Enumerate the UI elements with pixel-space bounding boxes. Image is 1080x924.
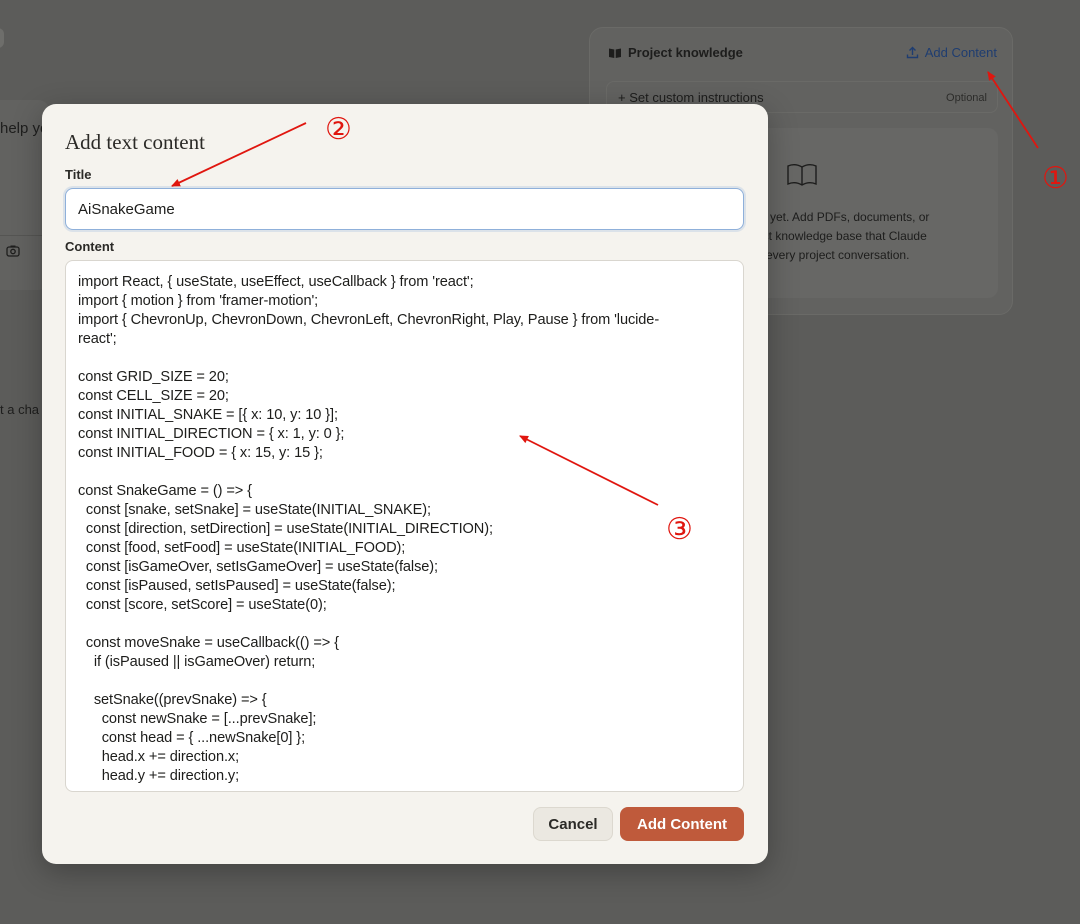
custom-instructions-label: + Set custom instructions xyxy=(618,90,764,105)
title-input[interactable] xyxy=(65,188,744,230)
camera-icon xyxy=(6,244,20,258)
background-pill xyxy=(0,28,4,48)
add-content-link-label: Add Content xyxy=(924,45,997,60)
dialog-title: Add text content xyxy=(65,130,205,154)
add-text-content-dialog: Add text content Title Content import Re… xyxy=(42,104,768,864)
background-partial-text: help yo xyxy=(0,120,42,137)
background-divider xyxy=(0,235,42,236)
title-label: Title xyxy=(65,167,92,182)
upload-icon xyxy=(906,46,919,59)
content-textarea[interactable]: import React, { useState, useEffect, use… xyxy=(65,260,744,792)
annotation-marker-2: ② xyxy=(325,112,352,147)
annotation-marker-1: ① xyxy=(1042,161,1069,196)
book-icon xyxy=(608,47,622,59)
add-content-button[interactable]: Add Content xyxy=(620,807,744,841)
add-content-link[interactable]: Add Content xyxy=(906,45,997,60)
optional-badge: Optional xyxy=(946,92,987,104)
project-knowledge-title: Project knowledge xyxy=(628,45,743,60)
background-partial-text: t a cha xyxy=(0,402,40,417)
annotation-marker-3: ③ xyxy=(666,512,693,547)
content-label: Content xyxy=(65,239,115,254)
open-book-icon xyxy=(786,162,818,188)
cancel-button[interactable]: Cancel xyxy=(533,807,613,841)
